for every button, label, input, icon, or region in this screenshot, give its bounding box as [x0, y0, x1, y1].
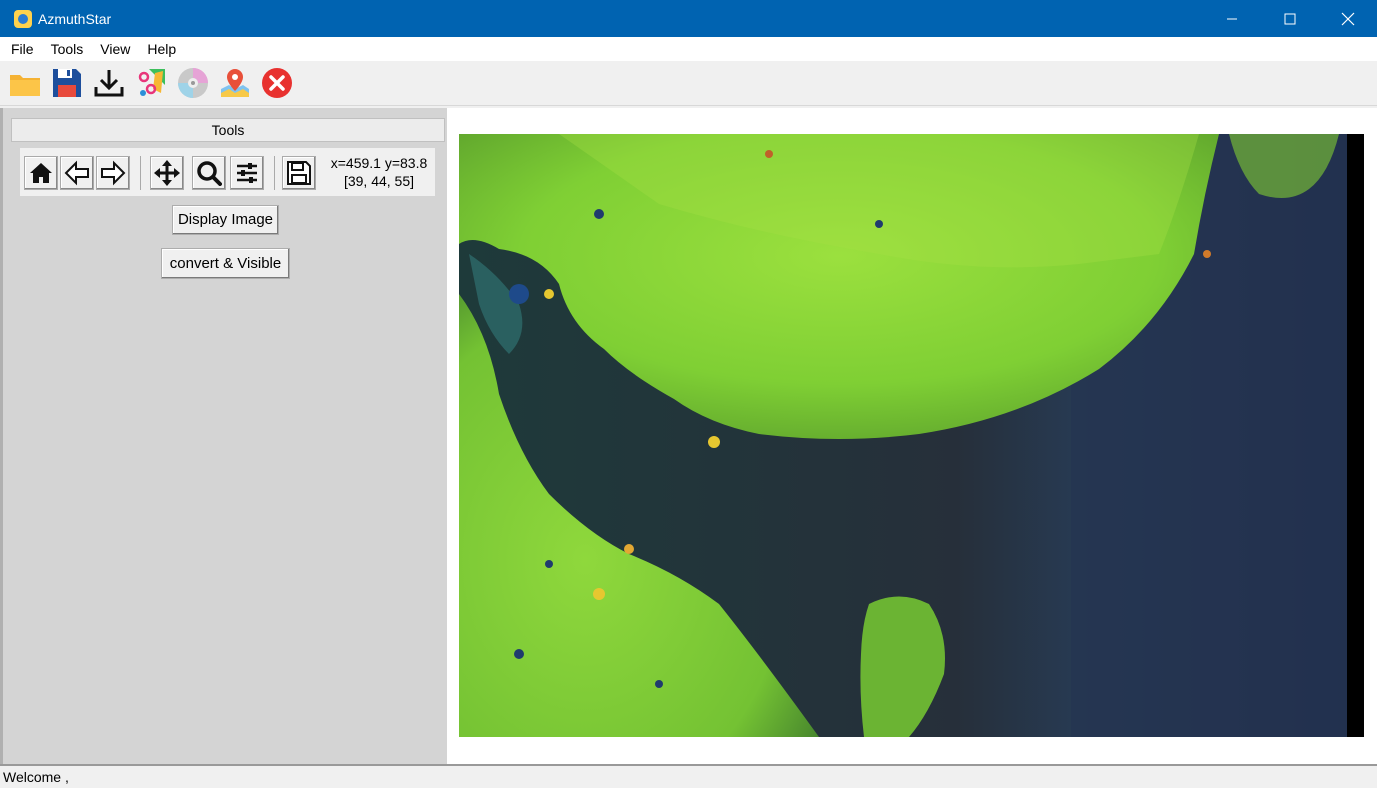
download-button[interactable]	[92, 65, 126, 101]
open-folder-icon	[10, 75, 40, 96]
app-icon	[14, 9, 32, 28]
window-controls	[1203, 0, 1377, 37]
status-bar: Welcome ,	[0, 764, 1377, 788]
menu-view[interactable]: View	[91, 41, 138, 57]
map-button[interactable]	[218, 65, 252, 101]
window-title: AzmuthStar	[38, 10, 112, 27]
pixel-value: [39, 44, 55]	[343, 173, 415, 189]
exit-button[interactable]	[260, 65, 294, 101]
toolbar	[0, 61, 1377, 106]
close-circle-icon	[262, 68, 292, 98]
display-image-button[interactable]: Display Image	[172, 205, 279, 235]
close-button[interactable]	[1319, 0, 1377, 37]
home-icon	[30, 163, 52, 183]
zoom-button[interactable]	[192, 156, 226, 190]
close-icon	[1341, 12, 1355, 25]
forward-button[interactable]	[96, 156, 130, 190]
magnifier-icon	[197, 161, 222, 186]
back-button[interactable]	[60, 156, 94, 190]
menu-tools[interactable]: Tools	[42, 41, 92, 57]
nav-separator	[274, 156, 275, 190]
pan-button[interactable]	[150, 156, 184, 190]
menu-file[interactable]: File	[0, 41, 42, 57]
map-pin-icon	[221, 69, 249, 97]
tools-header: Tools	[11, 118, 445, 142]
download-icon	[94, 70, 124, 97]
coordinate-xy: x=459.1 y=83.8	[330, 155, 428, 171]
arrow-left-icon	[64, 160, 89, 186]
maximize-icon	[1284, 13, 1296, 24]
menu-bar: File Tools View Help	[0, 37, 1377, 61]
title-bar: AzmuthStar	[0, 0, 1377, 37]
tools-panel: Tools x=459.1 y=83.8 [39, 44, 55] Displa…	[0, 108, 447, 764]
scatter-button[interactable]	[134, 65, 168, 101]
save-icon	[53, 69, 81, 97]
sliders-icon	[237, 163, 257, 183]
maximize-button[interactable]	[1261, 0, 1319, 37]
scatter-plot-icon	[138, 69, 165, 96]
coordinate-readout: x=459.1 y=83.8 [39, 44, 55]	[324, 154, 434, 190]
nav-separator	[140, 156, 141, 190]
save-button[interactable]	[50, 65, 84, 101]
arrow-right-icon	[101, 160, 126, 186]
move-icon	[154, 160, 180, 186]
save-figure-button[interactable]	[282, 156, 316, 190]
navigation-toolbar: x=459.1 y=83.8 [39, 44, 55]	[20, 148, 435, 196]
image-canvas[interactable]	[447, 108, 1377, 764]
floppy-icon	[287, 161, 311, 185]
satellite-image[interactable]	[459, 134, 1364, 737]
disc-button[interactable]	[176, 65, 210, 101]
disc-icon	[178, 68, 208, 98]
open-button[interactable]	[8, 65, 42, 101]
menu-help[interactable]: Help	[138, 41, 184, 57]
convert-visible-button[interactable]: convert & Visible	[161, 248, 290, 279]
minimize-icon	[1227, 18, 1237, 19]
home-button[interactable]	[24, 156, 58, 190]
status-text: Welcome ,	[3, 769, 69, 785]
minimize-button[interactable]	[1203, 0, 1261, 37]
configure-button[interactable]	[230, 156, 264, 190]
